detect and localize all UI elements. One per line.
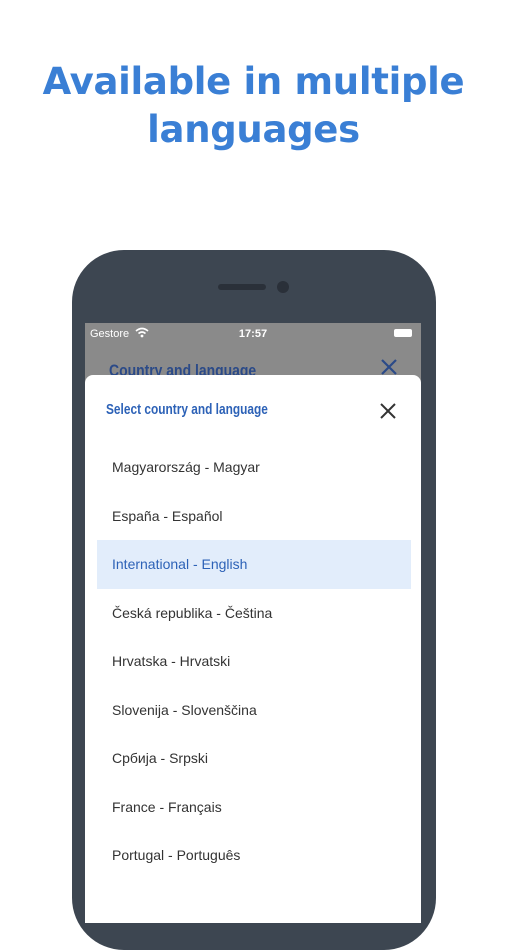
- language-option[interactable]: Česká republika - Čeština: [97, 589, 411, 638]
- phone-screen: Gestore 17:57 Country and language Selec…: [85, 323, 421, 923]
- close-icon[interactable]: [377, 400, 399, 422]
- language-option[interactable]: Magyarország - Magyar: [97, 443, 411, 492]
- headline: Available in multiple languages: [0, 58, 507, 154]
- language-option[interactable]: España - Español: [97, 492, 411, 541]
- status-bar: Gestore 17:57: [85, 323, 421, 345]
- language-option[interactable]: France - Français: [97, 783, 411, 832]
- headline-line-1: Available in multiple: [42, 60, 465, 103]
- language-option[interactable]: Hrvatska - Hrvatski: [97, 637, 411, 686]
- language-list: Magyarország - Magyar España - Español I…: [85, 443, 421, 880]
- language-sheet: Select country and language Magyarország…: [85, 375, 421, 923]
- headline-line-2: languages: [147, 108, 360, 151]
- phone-frame: Gestore 17:57 Country and language Selec…: [72, 250, 436, 950]
- phone-camera: [277, 281, 289, 293]
- language-option-selected[interactable]: International - English: [97, 540, 411, 589]
- language-option[interactable]: Србија - Srpski: [97, 734, 411, 783]
- phone-speaker: [218, 284, 266, 290]
- background-close-icon: [381, 359, 397, 375]
- language-option[interactable]: Slovenija - Slovenščina: [97, 686, 411, 735]
- battery-icon: [394, 329, 412, 337]
- status-time: 17:57: [238, 328, 268, 340]
- sheet-title: Select country and language: [106, 402, 268, 418]
- language-option[interactable]: Portugal - Português: [97, 831, 411, 880]
